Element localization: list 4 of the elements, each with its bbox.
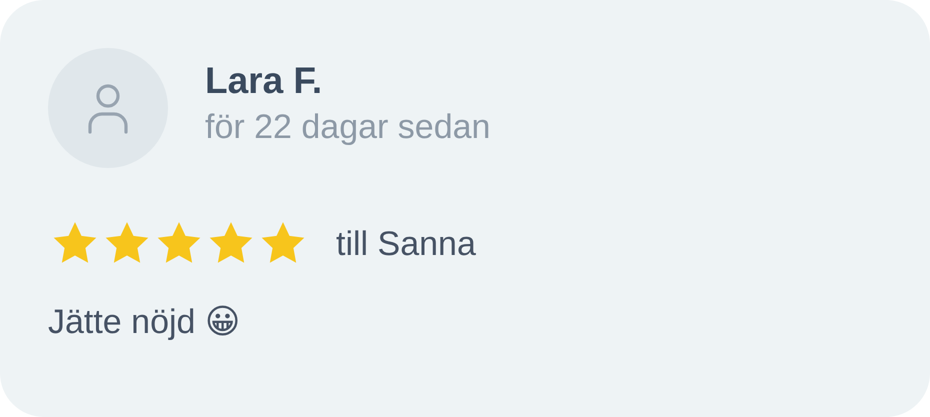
recipient-label: till Sanna xyxy=(336,224,476,264)
review-time: för 22 dagar sedan xyxy=(205,108,490,146)
review-text: Jätte nöjd 😀 xyxy=(48,302,242,342)
author-name: Lara F. xyxy=(205,60,324,102)
